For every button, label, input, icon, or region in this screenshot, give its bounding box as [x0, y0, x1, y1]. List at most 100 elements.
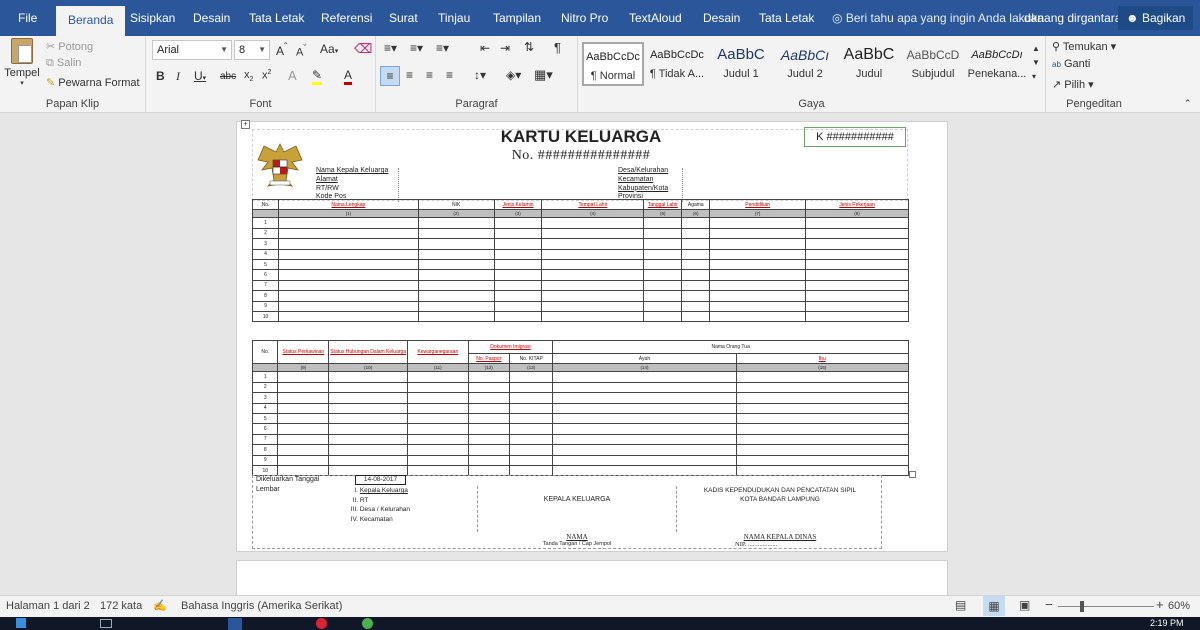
copy-button[interactable]: ⧉ Salin [46, 57, 81, 70]
zoom-slider-thumb[interactable] [1080, 601, 1084, 612]
task-view-icon[interactable] [100, 619, 112, 628]
row-number[interactable]: 9 [252, 300, 279, 312]
tab-textaloud[interactable]: TextAloud [629, 0, 682, 36]
row-number[interactable]: 2 [252, 227, 279, 240]
paste-button[interactable]: Tempel ▾ [4, 38, 40, 87]
document-page[interactable]: + KARTU KELUARGA No. ############### K #… [236, 120, 948, 552]
multilevel-list-icon[interactable]: ≡▾ [436, 41, 449, 55]
table-row[interactable]: 7 [251, 433, 910, 446]
zoom-level[interactable]: 60% [1168, 600, 1190, 612]
line-spacing-icon[interactable]: ↕▾ [474, 68, 486, 82]
row-number[interactable]: 8 [251, 444, 279, 456]
table-row[interactable]: 6 [251, 423, 910, 435]
font-color-icon[interactable]: A [344, 68, 353, 85]
find-button[interactable]: ⚲ Temukan ▾ [1052, 40, 1116, 53]
row-number[interactable]: 5 [251, 412, 279, 425]
style-emphasis[interactable]: AaBbCcDı Penekana... [966, 42, 1028, 86]
table-row[interactable]: 4 [251, 402, 910, 414]
highlight-icon[interactable]: ✎ [312, 68, 323, 85]
select-button[interactable]: ↗ Pilih ▾ [1052, 78, 1094, 91]
table-row[interactable]: 5 [252, 258, 909, 271]
row-number[interactable]: 6 [251, 423, 279, 435]
status-table-body[interactable]: 1 2 3 4 5 6 7 8 9 10 [251, 371, 910, 477]
row-number[interactable]: 10 [252, 310, 279, 323]
table-row[interactable]: 3 [251, 392, 910, 404]
row-number[interactable]: 4 [251, 402, 279, 414]
web-layout-icon[interactable]: ▣ [1019, 598, 1030, 612]
justify-icon[interactable]: ≡ [446, 68, 453, 82]
row-number[interactable]: 7 [251, 433, 279, 446]
collapse-ribbon-icon[interactable]: ⌃ [1184, 98, 1192, 109]
tab-nitro-pro[interactable]: Nitro Pro [561, 0, 608, 36]
style-normal[interactable]: AaBbCcDc ¶ Normal [582, 42, 644, 86]
table-row[interactable]: 2 [252, 227, 909, 240]
subscript-button[interactable]: x2 [244, 69, 253, 83]
table-row[interactable]: 9 [251, 454, 910, 466]
show-formatting-icon[interactable]: ¶ [554, 40, 561, 55]
table-row[interactable]: 2 [251, 381, 910, 394]
row-number[interactable]: 7 [252, 279, 279, 292]
tab-tata-letak[interactable]: Tata Letak [249, 0, 304, 36]
clock[interactable]: 2:19 PM [1150, 618, 1184, 628]
style-heading-2[interactable]: AaBbCı Judul 2 [774, 42, 836, 86]
tab-file[interactable]: File [18, 0, 37, 36]
grow-font-button[interactable]: Aˆ [276, 42, 287, 58]
table-row[interactable]: 4 [252, 248, 909, 260]
align-right-icon[interactable]: ≡ [426, 68, 433, 82]
font-size-select[interactable]: 8 ▼ [234, 40, 270, 60]
word-count[interactable]: 172 kata [100, 600, 142, 612]
superscript-button[interactable]: x2 [262, 69, 271, 82]
table-row[interactable]: 9 [252, 300, 909, 312]
row-number[interactable]: 3 [251, 392, 279, 404]
chrome-taskbar-icon[interactable] [362, 618, 373, 629]
row-number[interactable]: 8 [252, 290, 279, 302]
tell-me-box[interactable]: ◎ Beri tahu apa yang ingin Anda lakuka [832, 0, 1044, 36]
zoom-out-icon[interactable]: − [1045, 597, 1053, 612]
row-number[interactable]: 6 [252, 269, 279, 281]
table-row[interactable]: 7 [252, 279, 909, 292]
italic-button[interactable]: I [176, 69, 180, 84]
language[interactable]: Bahasa Inggris (Amerika Serikat) [181, 600, 342, 612]
tab-tampilan[interactable]: Tampilan [493, 0, 541, 36]
members-table[interactable]: No. Nama Lengkap NIK Jenis Kelamin Tempa… [252, 198, 909, 323]
strikethrough-button[interactable]: abc [220, 71, 236, 82]
document-page-2[interactable] [236, 560, 948, 595]
table-resize-handle-icon[interactable] [909, 471, 916, 478]
font-name-select[interactable]: Arial ▼ [152, 40, 232, 60]
zoom-in-icon[interactable]: + [1156, 597, 1164, 612]
numbering-icon[interactable]: ≡▾ [410, 41, 423, 55]
row-number[interactable]: 2 [251, 381, 279, 394]
underline-button[interactable]: U▾ [194, 69, 206, 83]
style-no-spacing[interactable]: AaBbCcDc ¶ Tidak A... [646, 42, 708, 86]
browser-taskbar-icon[interactable] [316, 618, 327, 629]
table-row[interactable]: 1 [252, 217, 909, 229]
zoom-slider[interactable] [1058, 606, 1154, 607]
members-table-body[interactable]: 1 2 3 4 5 6 7 8 9 10 [252, 217, 909, 323]
styles-scroll-icon[interactable]: ▲ ▼ ▾ [1032, 42, 1040, 84]
tab-beranda[interactable]: Beranda [56, 6, 126, 36]
table-row[interactable]: 8 [252, 290, 909, 302]
row-number[interactable]: 1 [251, 371, 279, 383]
align-left-icon[interactable]: ≡ [380, 66, 400, 86]
share-button[interactable]: ☻ Bagikan [1118, 6, 1194, 30]
table-row[interactable]: 5 [251, 412, 910, 425]
tab-referensi[interactable]: Referensi [321, 0, 372, 36]
cut-button[interactable]: ✂ Potong [46, 40, 93, 53]
format-painter-button[interactable]: ✎ Pewarna Format [46, 76, 140, 89]
status-table[interactable]: No. Status Perkawinan Status Hubungan Da… [251, 339, 910, 477]
user-name[interactable]: danang dirgantara [1024, 0, 1121, 36]
row-number[interactable]: 3 [252, 238, 279, 250]
style-subtitle[interactable]: AaBbCcD Subjudul [902, 42, 964, 86]
tab-surat[interactable]: Surat [389, 0, 418, 36]
bullets-icon[interactable]: ≡▾ [384, 41, 397, 55]
shading-icon[interactable]: ◈▾ [506, 68, 521, 82]
style-heading-1[interactable]: AaBbC Judul 1 [710, 42, 772, 86]
table-row[interactable]: 3 [252, 238, 909, 250]
text-effects-icon[interactable]: A [288, 68, 297, 83]
print-layout-icon[interactable]: ▦ [983, 596, 1005, 616]
decrease-indent-icon[interactable]: ⇤ [480, 41, 490, 55]
tab-tata-letak-tabel[interactable]: Tata Letak [759, 0, 814, 36]
table-row[interactable]: 10 [252, 310, 909, 323]
row-number[interactable]: 5 [252, 258, 279, 271]
borders-icon[interactable]: ▦▾ [534, 67, 553, 83]
